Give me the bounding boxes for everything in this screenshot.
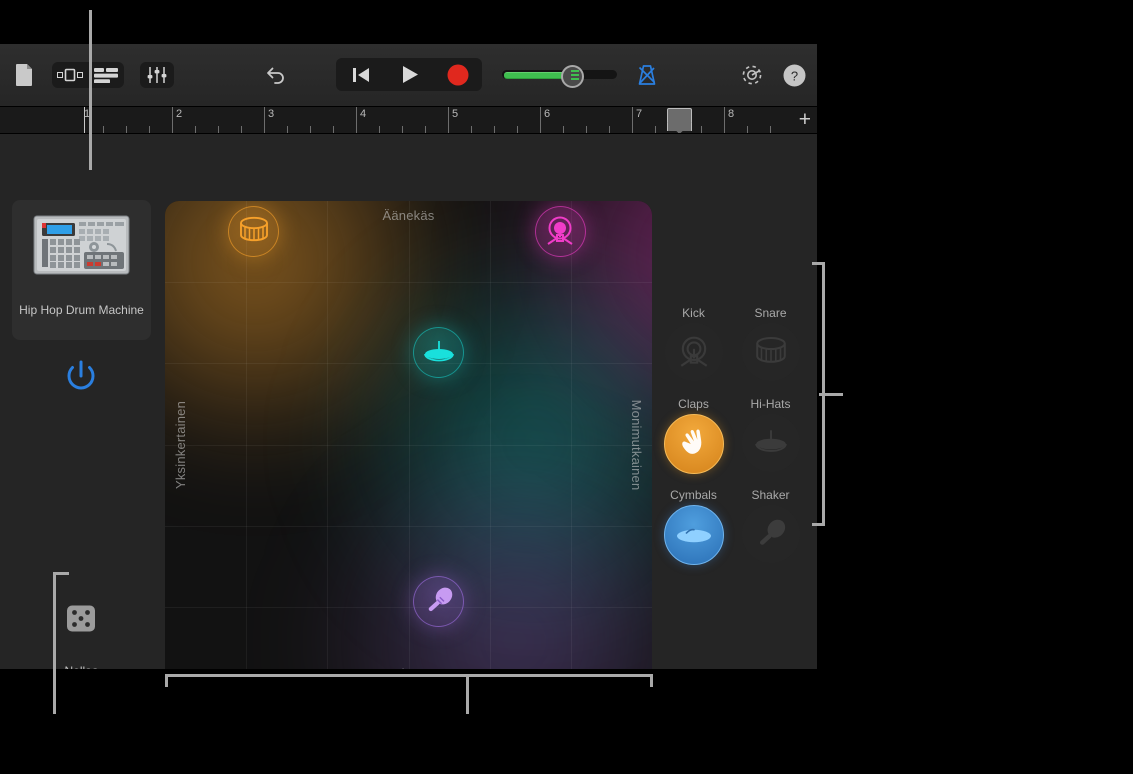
tracks-view-icon[interactable] (88, 62, 124, 88)
hihat-icon (742, 414, 800, 472)
dice-icon[interactable] (66, 605, 96, 632)
callout-line-reset-vertical (53, 572, 56, 714)
power-button[interactable] (62, 357, 100, 395)
volume-slider[interactable] (502, 65, 617, 84)
clap-hand-icon (664, 414, 724, 474)
transport-group (336, 58, 482, 91)
instrument-label: Hi-Hats (740, 397, 801, 414)
xy-node-snare[interactable] (228, 206, 279, 257)
xy-label-left: Yksinkertainen (173, 400, 188, 488)
rewind-icon[interactable] (336, 58, 385, 91)
callout-line-reset-horizontal (53, 572, 69, 575)
svg-text:?: ? (790, 68, 797, 83)
add-track-button[interactable]: + (799, 110, 811, 130)
instrument-shaker[interactable]: Shaker (740, 488, 801, 563)
instrument-cymbals[interactable]: Cymbals (663, 488, 724, 565)
toolbar: ? (0, 44, 817, 106)
document-icon[interactable] (12, 60, 36, 90)
instrument-snare[interactable]: Snare (740, 306, 801, 381)
metronome-icon[interactable] (634, 60, 660, 90)
library-view-icon[interactable] (52, 62, 88, 88)
view-toggle-group (52, 62, 124, 88)
record-icon[interactable] (434, 58, 482, 91)
instrument-label: Claps (663, 397, 724, 414)
xy-label-bottom: Vaimea (165, 666, 652, 669)
instrument-hihats[interactable]: Hi-Hats (740, 397, 801, 472)
reset-label: Nollaa (0, 664, 163, 669)
shaker-icon (742, 505, 800, 563)
instrument-label: Snare (740, 306, 801, 323)
snare-drum-icon (742, 323, 800, 381)
instrument-claps[interactable]: Claps (663, 397, 724, 474)
ruler-ticks: 12345678 (80, 107, 787, 133)
undo-icon[interactable] (262, 61, 288, 89)
instrument-label: Shaker (740, 488, 801, 505)
timeline-ruler[interactable]: 12345678 + (0, 106, 817, 134)
patch-name: Hip Hop Drum Machine (12, 303, 151, 317)
xy-node-shaker[interactable] (413, 576, 464, 627)
xy-pad[interactable]: Äänekäs Vaimea Yksinkertainen Monimutkai… (165, 201, 652, 669)
callout-stem-xy-pad (466, 677, 469, 714)
xy-label-right: Monimutkainen (629, 399, 644, 490)
position-marker[interactable] (667, 108, 692, 131)
instrument-label: Kick (663, 306, 724, 323)
instrument-kick[interactable]: Kick (663, 306, 724, 381)
cymbal-icon (664, 505, 724, 565)
callout-line-patch (89, 10, 92, 170)
kick-drum-icon (665, 323, 723, 381)
callout-bracket-xy-pad (165, 674, 653, 687)
playhead[interactable] (84, 107, 85, 133)
drum-machine-thumbnail (31, 214, 132, 278)
mixer-icon[interactable] (140, 62, 174, 88)
screenshot-root: ? 12345678 + (0, 0, 1133, 774)
gear-icon[interactable] (739, 60, 765, 90)
callout-stem-instruments (819, 393, 843, 396)
help-icon[interactable]: ? (781, 60, 807, 90)
play-icon[interactable] (385, 58, 434, 91)
xy-node-kick[interactable] (535, 206, 586, 257)
patch-card[interactable]: Hip Hop Drum Machine (12, 200, 151, 340)
app-window: ? 12345678 + (0, 44, 817, 669)
instrument-label: Cymbals (663, 488, 724, 505)
